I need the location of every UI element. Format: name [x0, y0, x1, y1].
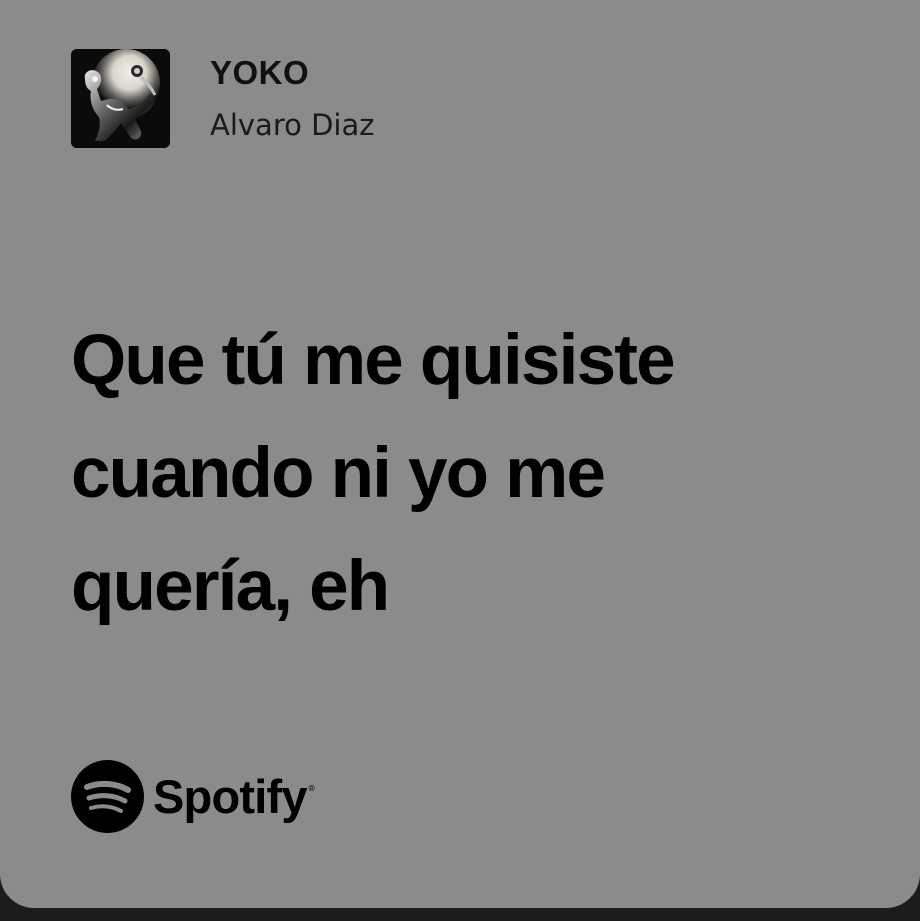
lyrics-share-card: YOKO Alvaro Diaz Que tú me quisiste cuan… [0, 0, 920, 908]
spotify-brand: Spotify ® [71, 760, 316, 833]
spotify-wordmark: Spotify [153, 770, 307, 823]
lyrics-text: Que tú me quisiste cuando ni yo me querí… [71, 304, 891, 643]
lyric-line: quería, eh [71, 547, 390, 626]
lyric-line: cuando ni yo me [71, 434, 606, 513]
registered-mark: ® [307, 784, 316, 793]
track-title: YOKO [210, 54, 310, 91]
album-cover-image [71, 49, 170, 148]
spotify-logo-icon [71, 760, 144, 833]
track-artist: Alvaro Diaz [210, 108, 375, 142]
album-cover-art [71, 49, 170, 148]
lyric-line: Que tú me quisiste [71, 321, 676, 400]
